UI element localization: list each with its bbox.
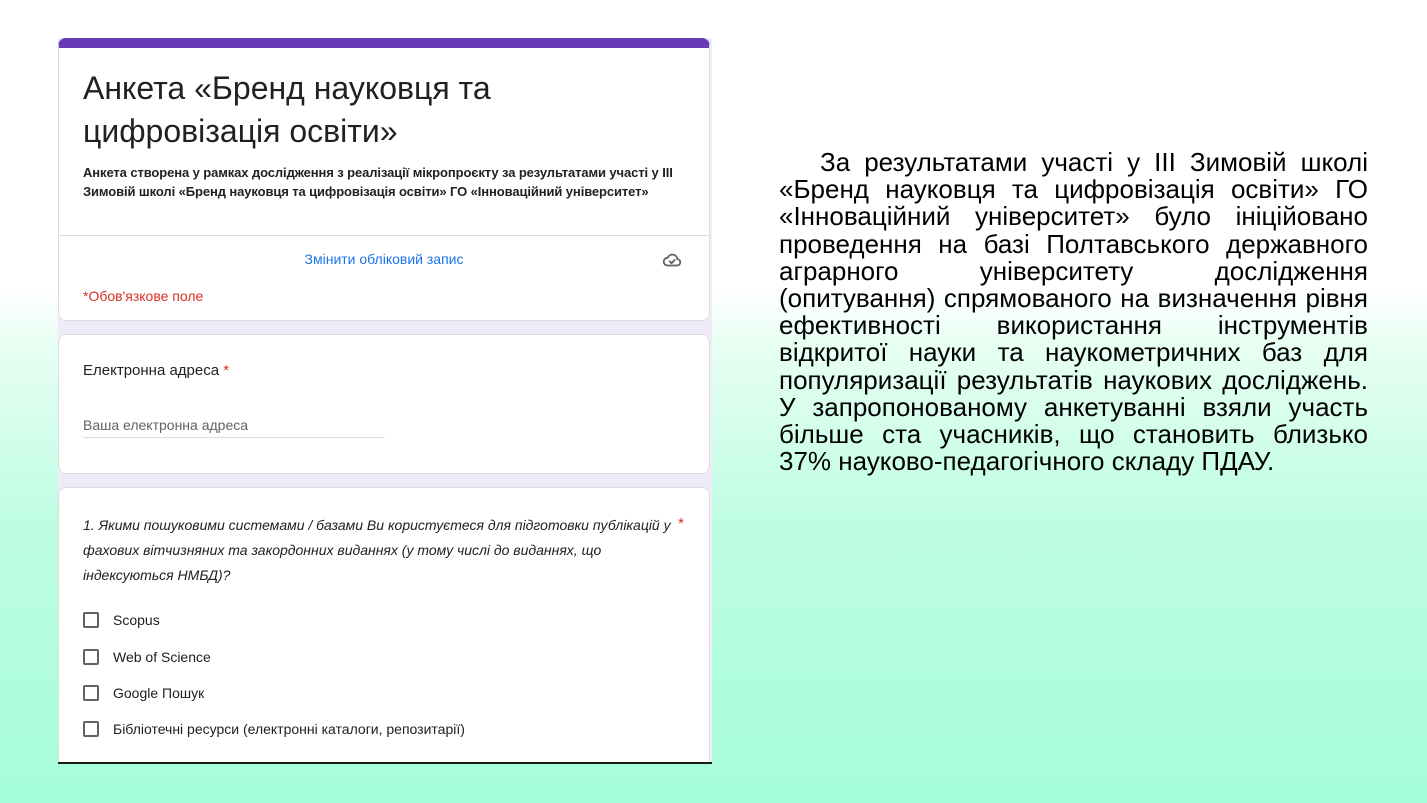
required-asterisk: * [223, 362, 230, 379]
required-asterisk: * [678, 515, 684, 532]
email-question-card: Електронна адреса * [58, 334, 710, 474]
option-label: Google Пошук [113, 685, 205, 701]
option-web-of-science[interactable]: Web of Science [83, 646, 211, 668]
option-google-search[interactable]: Google Пошук [83, 682, 204, 704]
survey-summary-paragraph: За результатами участі у ІІІ Зимовій шко… [779, 147, 1368, 477]
checkbox[interactable] [83, 649, 99, 665]
option-library-resources[interactable]: Бібліотечні ресурси (електронні каталоги… [83, 718, 465, 740]
email-label-text: Електронна адреса [83, 362, 220, 379]
switch-account-link[interactable]: Змінити обліковий запис [59, 251, 709, 267]
option-label: Web of Science [113, 649, 211, 665]
form-description: Анкета створена у рамках дослідження з р… [83, 165, 673, 199]
cloud-saved-icon [661, 249, 683, 271]
option-label: Бібліотечні ресурси (електронні каталоги… [113, 721, 465, 737]
header-divider [59, 235, 709, 236]
question-1-text: 1. Якими пошуковими системами / базами В… [83, 517, 671, 583]
email-question-label: Електронна адреса * [83, 362, 229, 379]
checkbox[interactable] [83, 685, 99, 701]
option-scopus[interactable]: Scopus [83, 609, 160, 631]
option-label: Scopus [113, 612, 160, 628]
email-input[interactable] [83, 413, 385, 438]
form-header-card: Анкета «Бренд науковця та цифровізація о… [58, 38, 710, 321]
form-screenshot: Анкета «Бренд науковця та цифровізація о… [58, 38, 712, 764]
form-title: Анкета «Бренд науковця та цифровізація о… [83, 70, 491, 149]
required-field-note: *Обов'язкове поле [83, 288, 204, 304]
checkbox[interactable] [83, 721, 99, 737]
checkbox[interactable] [83, 612, 99, 628]
question-1-card: 1. Якими пошуковими системами / базами В… [58, 487, 710, 762]
